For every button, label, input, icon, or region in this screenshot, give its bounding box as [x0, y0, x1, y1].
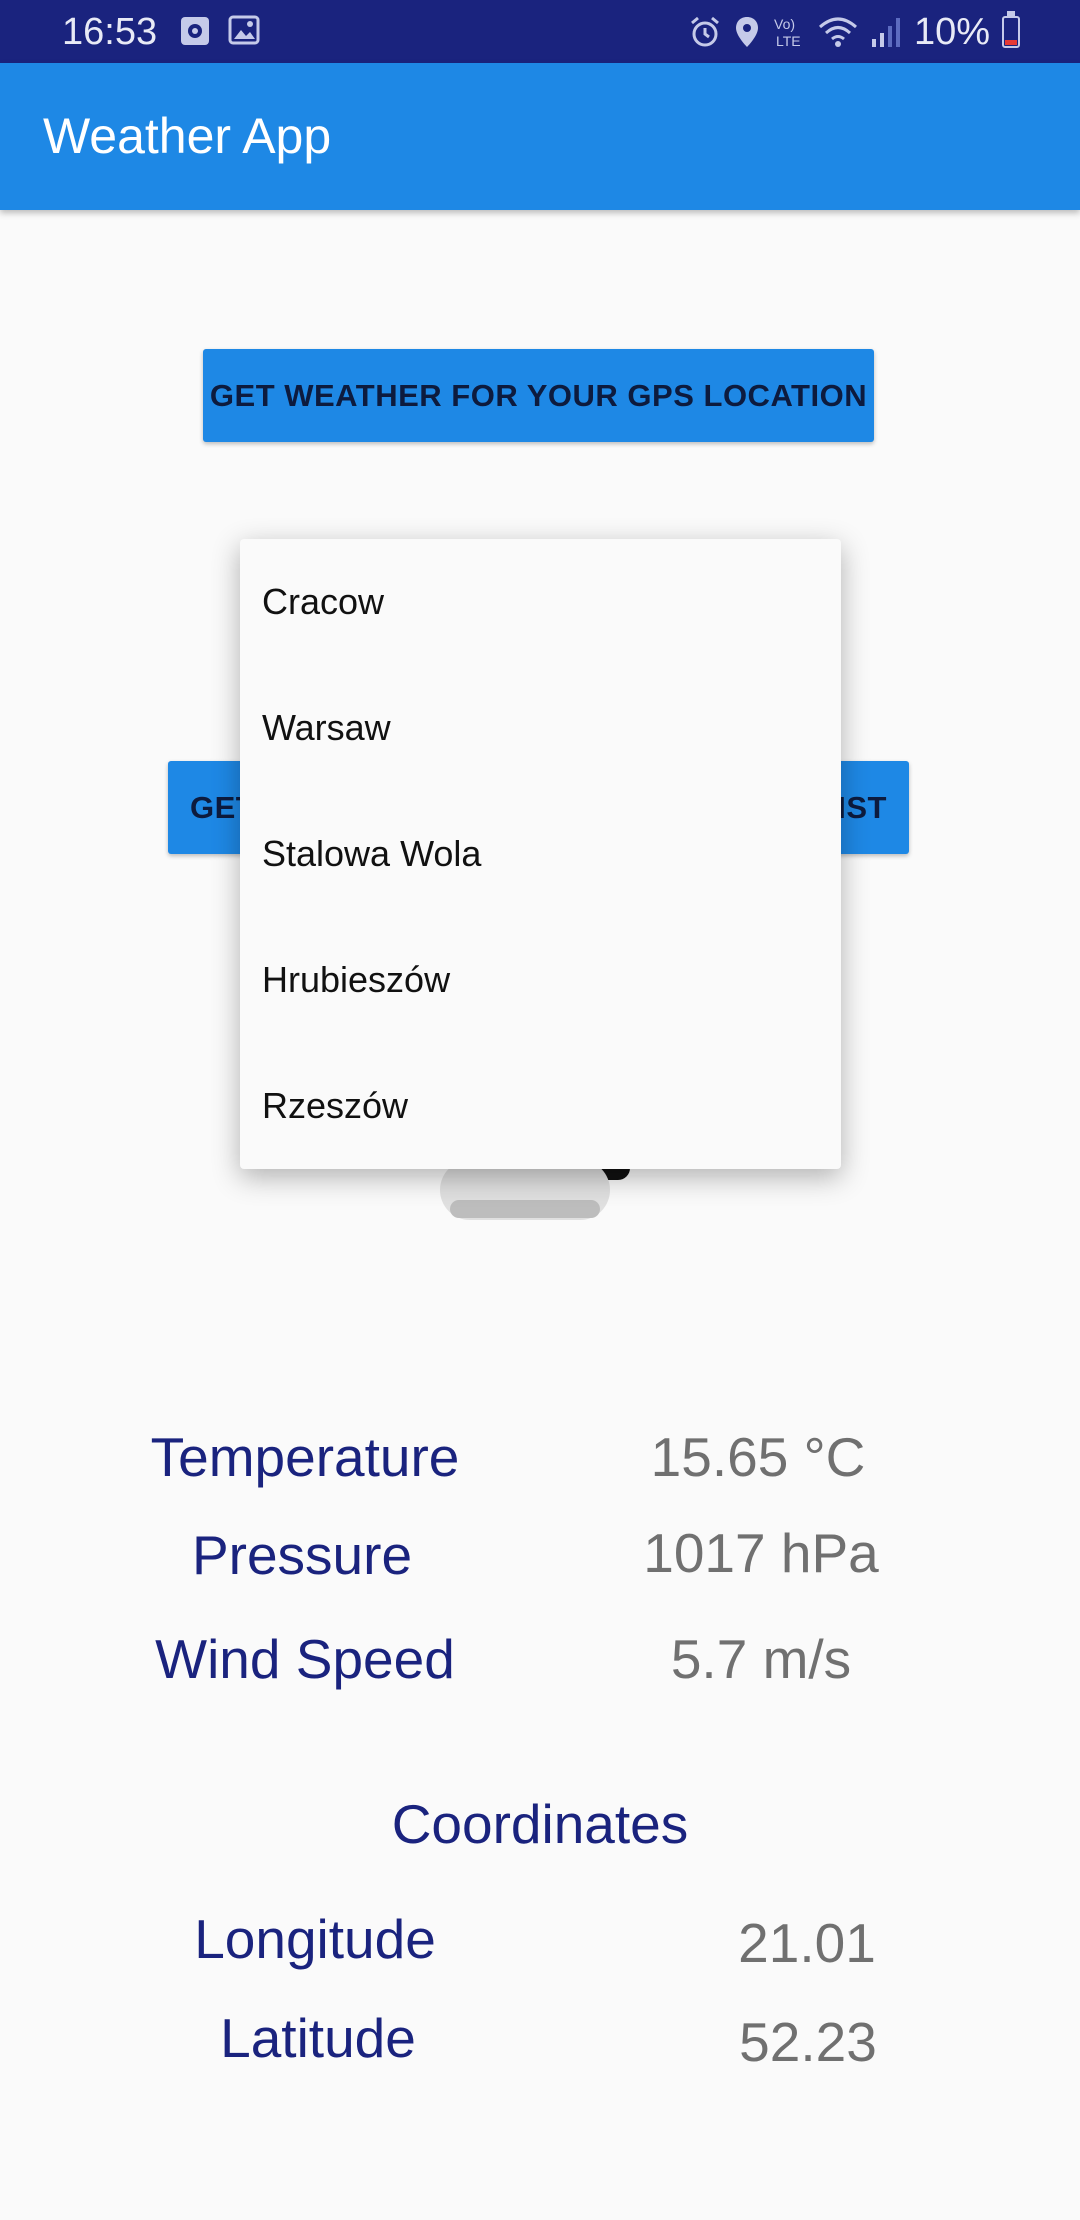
- svg-text:Vo): Vo): [774, 16, 795, 32]
- app-bar: Weather App: [0, 63, 1080, 210]
- longitude-value: 21.01: [738, 1912, 876, 1974]
- status-bar: 16:53 Vo) LTE 10%: [0, 0, 1080, 63]
- app-title: Weather App: [43, 108, 332, 164]
- alarm-icon: [690, 16, 719, 47]
- longitude-label: Longitude: [194, 1908, 436, 1970]
- temperature-value: 15.65 °C: [650, 1426, 866, 1488]
- battery-icon: [1002, 11, 1020, 48]
- city-option-rzeszow[interactable]: Rzeszów: [240, 1043, 841, 1169]
- signal-icon: [871, 18, 900, 47]
- city-option-stalowa-wola[interactable]: Stalowa Wola: [240, 791, 841, 917]
- pressure-label: Pressure: [191, 1524, 413, 1586]
- svg-text:LTE: LTE: [776, 33, 801, 49]
- coordinates-heading: Coordinates: [391, 1793, 689, 1855]
- pressure-value: 1017 hPa: [643, 1522, 879, 1584]
- city-dropdown-menu: Cracow Warsaw Stalowa Wola Hrubieszów Rz…: [240, 539, 841, 1169]
- city-list-button-label-right: IST: [837, 789, 887, 825]
- status-right: Vo) LTE 10%: [688, 10, 1020, 54]
- gallery-icon: [228, 15, 260, 45]
- city-option-cracow[interactable]: Cracow: [240, 539, 841, 665]
- wifi-icon: [818, 17, 857, 47]
- gps-weather-button[interactable]: GET WEATHER FOR YOUR GPS LOCATION: [203, 349, 874, 442]
- temperature-label: Temperature: [150, 1426, 460, 1488]
- city-option-hrubieszow[interactable]: Hrubieszów: [240, 917, 841, 1043]
- location-icon: [735, 17, 758, 47]
- latitude-label: Latitude: [220, 2007, 416, 2069]
- wind-speed-value: 5.7 m/s: [670, 1628, 852, 1690]
- city-option-warsaw[interactable]: Warsaw: [240, 665, 841, 791]
- timer-icon: [181, 17, 209, 45]
- latitude-value: 52.23: [739, 2011, 877, 2073]
- battery-percent: 10%: [913, 10, 990, 53]
- status-time: 16:53: [62, 11, 158, 53]
- wind-speed-label: Wind Speed: [155, 1628, 455, 1690]
- volte-icon: Vo) LTE: [774, 16, 801, 49]
